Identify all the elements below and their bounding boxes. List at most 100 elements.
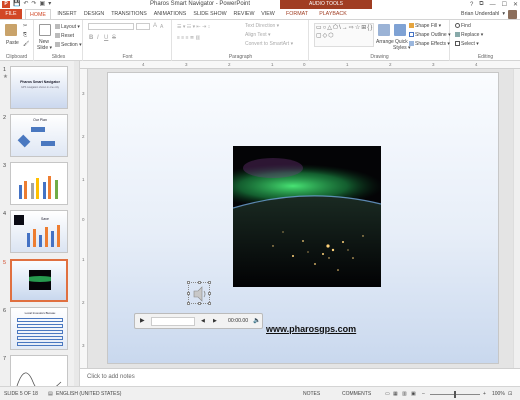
arrange-button[interactable]: Arrange [376, 39, 394, 45]
maximize-button[interactable]: ☐ [502, 1, 507, 8]
notes-pane[interactable]: Click to add notes [80, 368, 520, 386]
strikethrough-button[interactable]: S [112, 35, 116, 41]
spelling-icon[interactable]: ▤ [48, 391, 53, 397]
user-menu-icon[interactable]: ▾ [502, 11, 505, 17]
tab-transitions[interactable]: TRANSITIONS [110, 9, 148, 19]
tab-view[interactable]: VIEW [259, 9, 277, 19]
slide-canvas[interactable]: ▶ ◀ ▶ 00:00.00 🔈 www.pharosgps.com [108, 73, 498, 363]
underline-button[interactable]: U [104, 35, 108, 41]
media-progress-track[interactable] [151, 317, 195, 326]
bullets-icon[interactable]: ☰ ▾ ☷ ▾ ⇤ ⇥ ↕ [177, 24, 210, 30]
minimize-button[interactable]: — [490, 2, 496, 8]
avatar[interactable] [508, 9, 517, 19]
redo-icon[interactable]: ↷ [32, 1, 37, 8]
customize-qat-icon[interactable]: ▾ [48, 1, 51, 8]
save-icon[interactable]: 💾 [13, 1, 20, 8]
resize-handle[interactable] [208, 281, 211, 284]
quick-styles-icon[interactable] [394, 24, 406, 36]
editor-scrollbar[interactable] [513, 69, 520, 368]
paste-button[interactable]: Paste [6, 40, 19, 46]
cut-icon[interactable]: ✂ [23, 23, 27, 29]
close-button[interactable]: ✕ [513, 1, 518, 8]
tab-file[interactable]: FILE [0, 9, 22, 19]
new-slide-icon[interactable] [39, 24, 51, 36]
resize-handle[interactable] [198, 302, 201, 305]
shape-fill-button[interactable]: Shape Fill ▾ [409, 23, 441, 29]
format-painter-icon[interactable]: 🖌 [23, 41, 29, 47]
aurora-earth-photo[interactable] [233, 146, 381, 287]
zoom-in-button[interactable]: + [483, 391, 486, 397]
language-status[interactable]: ENGLISH (UNITED STATES) [56, 391, 121, 397]
slide-thumbnail-1[interactable]: Pharos Smart Navigator GPS navigation sh… [10, 66, 68, 109]
tab-review[interactable]: REVIEW [232, 9, 256, 19]
arrange-icon[interactable] [378, 24, 390, 36]
shrink-font-button[interactable]: A [160, 24, 163, 30]
tab-animations[interactable]: ANIMATIONS [152, 9, 188, 19]
align-text-button[interactable]: Align Text ▾ [245, 32, 271, 38]
find-button[interactable]: Find [455, 23, 471, 29]
comments-toggle-button[interactable]: COMMENTS [342, 391, 371, 397]
audio-icon-selected[interactable] [187, 281, 211, 305]
resize-handle[interactable] [187, 292, 190, 295]
zoom-out-button[interactable]: – [422, 391, 425, 397]
slide-thumbnail-7[interactable] [10, 355, 68, 386]
resize-handle[interactable] [198, 281, 201, 284]
start-slideshow-icon[interactable]: ▣ [40, 1, 46, 8]
resize-handle[interactable] [187, 281, 190, 284]
volume-icon[interactable]: 🔈 [253, 317, 260, 326]
slide-thumbnail-3[interactable] [10, 162, 68, 205]
quick-styles-dropdown[interactable]: Styles ▾ [393, 45, 411, 51]
tab-format[interactable]: FORMAT [282, 9, 312, 19]
shape-outline-button[interactable]: Shape Outline ▾ [409, 32, 451, 38]
select-button[interactable]: Select ▾ [455, 41, 479, 47]
layout-button[interactable]: Layout ▾ [55, 24, 80, 30]
thumb-number: 6 [3, 308, 7, 314]
slide-thumbnail-2[interactable]: Our Plan [10, 114, 68, 157]
italic-button[interactable]: I [97, 35, 99, 41]
font-size-box[interactable] [136, 23, 150, 30]
bold-button[interactable]: B [89, 35, 93, 41]
notes-toggle-button[interactable]: NOTES [303, 391, 320, 397]
thumbnail-scrollbar[interactable] [74, 61, 79, 386]
shapes-gallery[interactable]: ▭○△⬠\→⇨☆⊞{}▢◇⬡ [314, 23, 374, 47]
tab-playback[interactable]: PLAYBACK [316, 9, 350, 19]
slide-thumbnail-4[interactable]: Save [10, 210, 68, 253]
convert-smartart-button[interactable]: Convert to SmartArt ▾ [245, 41, 293, 47]
normal-view-icon[interactable]: ▭ [385, 391, 390, 397]
powerpoint-app-icon[interactable]: P [2, 1, 10, 8]
slide-thumbnail-6[interactable]: Local Investors Bureau [10, 307, 68, 350]
zoom-slider-thumb[interactable] [454, 391, 456, 398]
resize-handle[interactable] [208, 292, 211, 295]
tab-slideshow[interactable]: SLIDE SHOW [192, 9, 228, 19]
fit-slide-icon[interactable]: ⊡ [508, 391, 512, 397]
resize-handle[interactable] [208, 302, 211, 305]
resize-handle[interactable] [187, 302, 190, 305]
paste-icon[interactable] [5, 24, 17, 36]
new-slide-dropdown[interactable]: Slide ▾ [37, 45, 52, 51]
reset-button[interactable]: Reset [55, 33, 74, 39]
copy-icon[interactable]: ⎘ [23, 32, 27, 38]
zoom-level[interactable]: 100% [492, 391, 505, 397]
reading-view-icon[interactable]: ▥ [402, 391, 407, 397]
grow-font-button[interactable]: A [153, 23, 157, 29]
slide-thumbnail-5[interactable] [10, 259, 68, 302]
undo-icon[interactable]: ↶ [23, 1, 28, 8]
align-icons[interactable]: ≡ ≡ ≡ ≣ ▥ [177, 35, 200, 41]
tab-insert[interactable]: INSERT [55, 9, 79, 19]
play-button[interactable]: ▶ [140, 317, 145, 326]
tab-design[interactable]: DESIGN [82, 9, 106, 19]
website-url-text[interactable]: www.pharosgps.com [266, 324, 356, 334]
help-icon[interactable]: ? [470, 2, 473, 8]
shape-effects-button[interactable]: Shape Effects ▾ [409, 41, 450, 47]
replace-button[interactable]: Replace ▾ [455, 32, 483, 38]
slide-sorter-icon[interactable]: ▦ [393, 391, 398, 397]
text-direction-button[interactable]: Text Direction ▾ [245, 23, 279, 29]
step-back-button[interactable]: ◀ [201, 317, 205, 326]
user-account[interactable]: Brian Underdahl ▾ [461, 9, 517, 19]
font-name-box[interactable] [88, 23, 134, 30]
section-button[interactable]: Section ▾ [55, 42, 82, 48]
ribbon-display-icon[interactable]: ⧉ [479, 1, 483, 8]
step-forward-button[interactable]: ▶ [213, 317, 217, 326]
tab-home[interactable]: HOME [25, 9, 51, 19]
slideshow-view-icon[interactable]: ▣ [411, 391, 416, 397]
